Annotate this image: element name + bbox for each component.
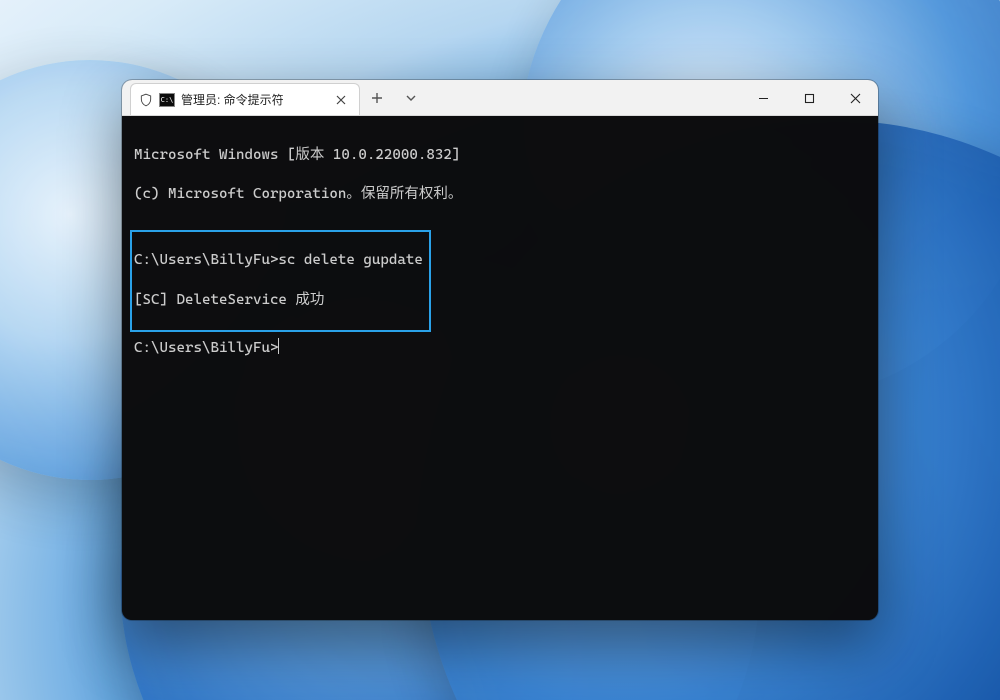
terminal-cursor — [278, 338, 279, 354]
shield-icon — [139, 93, 153, 107]
terminal-line: (c) Microsoft Corporation。保留所有权利。 — [134, 185, 866, 205]
close-button[interactable] — [832, 80, 878, 116]
tab-dropdown-button[interactable] — [394, 80, 428, 116]
annotation-highlight: C:\Users\BillyFu>sc delete gupdate [SC] … — [130, 230, 431, 332]
tab-strip: C:\ 管理员: 命令提示符 — [122, 80, 360, 115]
minimize-button[interactable] — [740, 80, 786, 116]
terminal-prompt: C:\Users\BillyFu> — [134, 340, 278, 356]
tab-title: 管理员: 命令提示符 — [181, 91, 325, 108]
terminal-line: C:\Users\BillyFu> — [134, 338, 866, 359]
terminal-body[interactable]: Microsoft Windows [版本 10.0.22000.832] (c… — [122, 116, 878, 620]
terminal-window: C:\ 管理员: 命令提示符 Microsoft — [122, 80, 878, 620]
cmd-icon: C:\ — [159, 93, 175, 107]
titlebar-drag-region[interactable] — [428, 80, 740, 115]
terminal-line: Microsoft Windows [版本 10.0.22000.832] — [134, 146, 866, 166]
maximize-button[interactable] — [786, 80, 832, 116]
terminal-line: C:\Users\BillyFu>sc delete gupdate — [134, 251, 423, 271]
titlebar[interactable]: C:\ 管理员: 命令提示符 — [122, 80, 878, 116]
new-tab-button[interactable] — [360, 80, 394, 116]
tab-close-button[interactable] — [331, 90, 351, 110]
tab-cmd[interactable]: C:\ 管理员: 命令提示符 — [130, 83, 360, 115]
terminal-line: [SC] DeleteService 成功 — [134, 291, 423, 311]
